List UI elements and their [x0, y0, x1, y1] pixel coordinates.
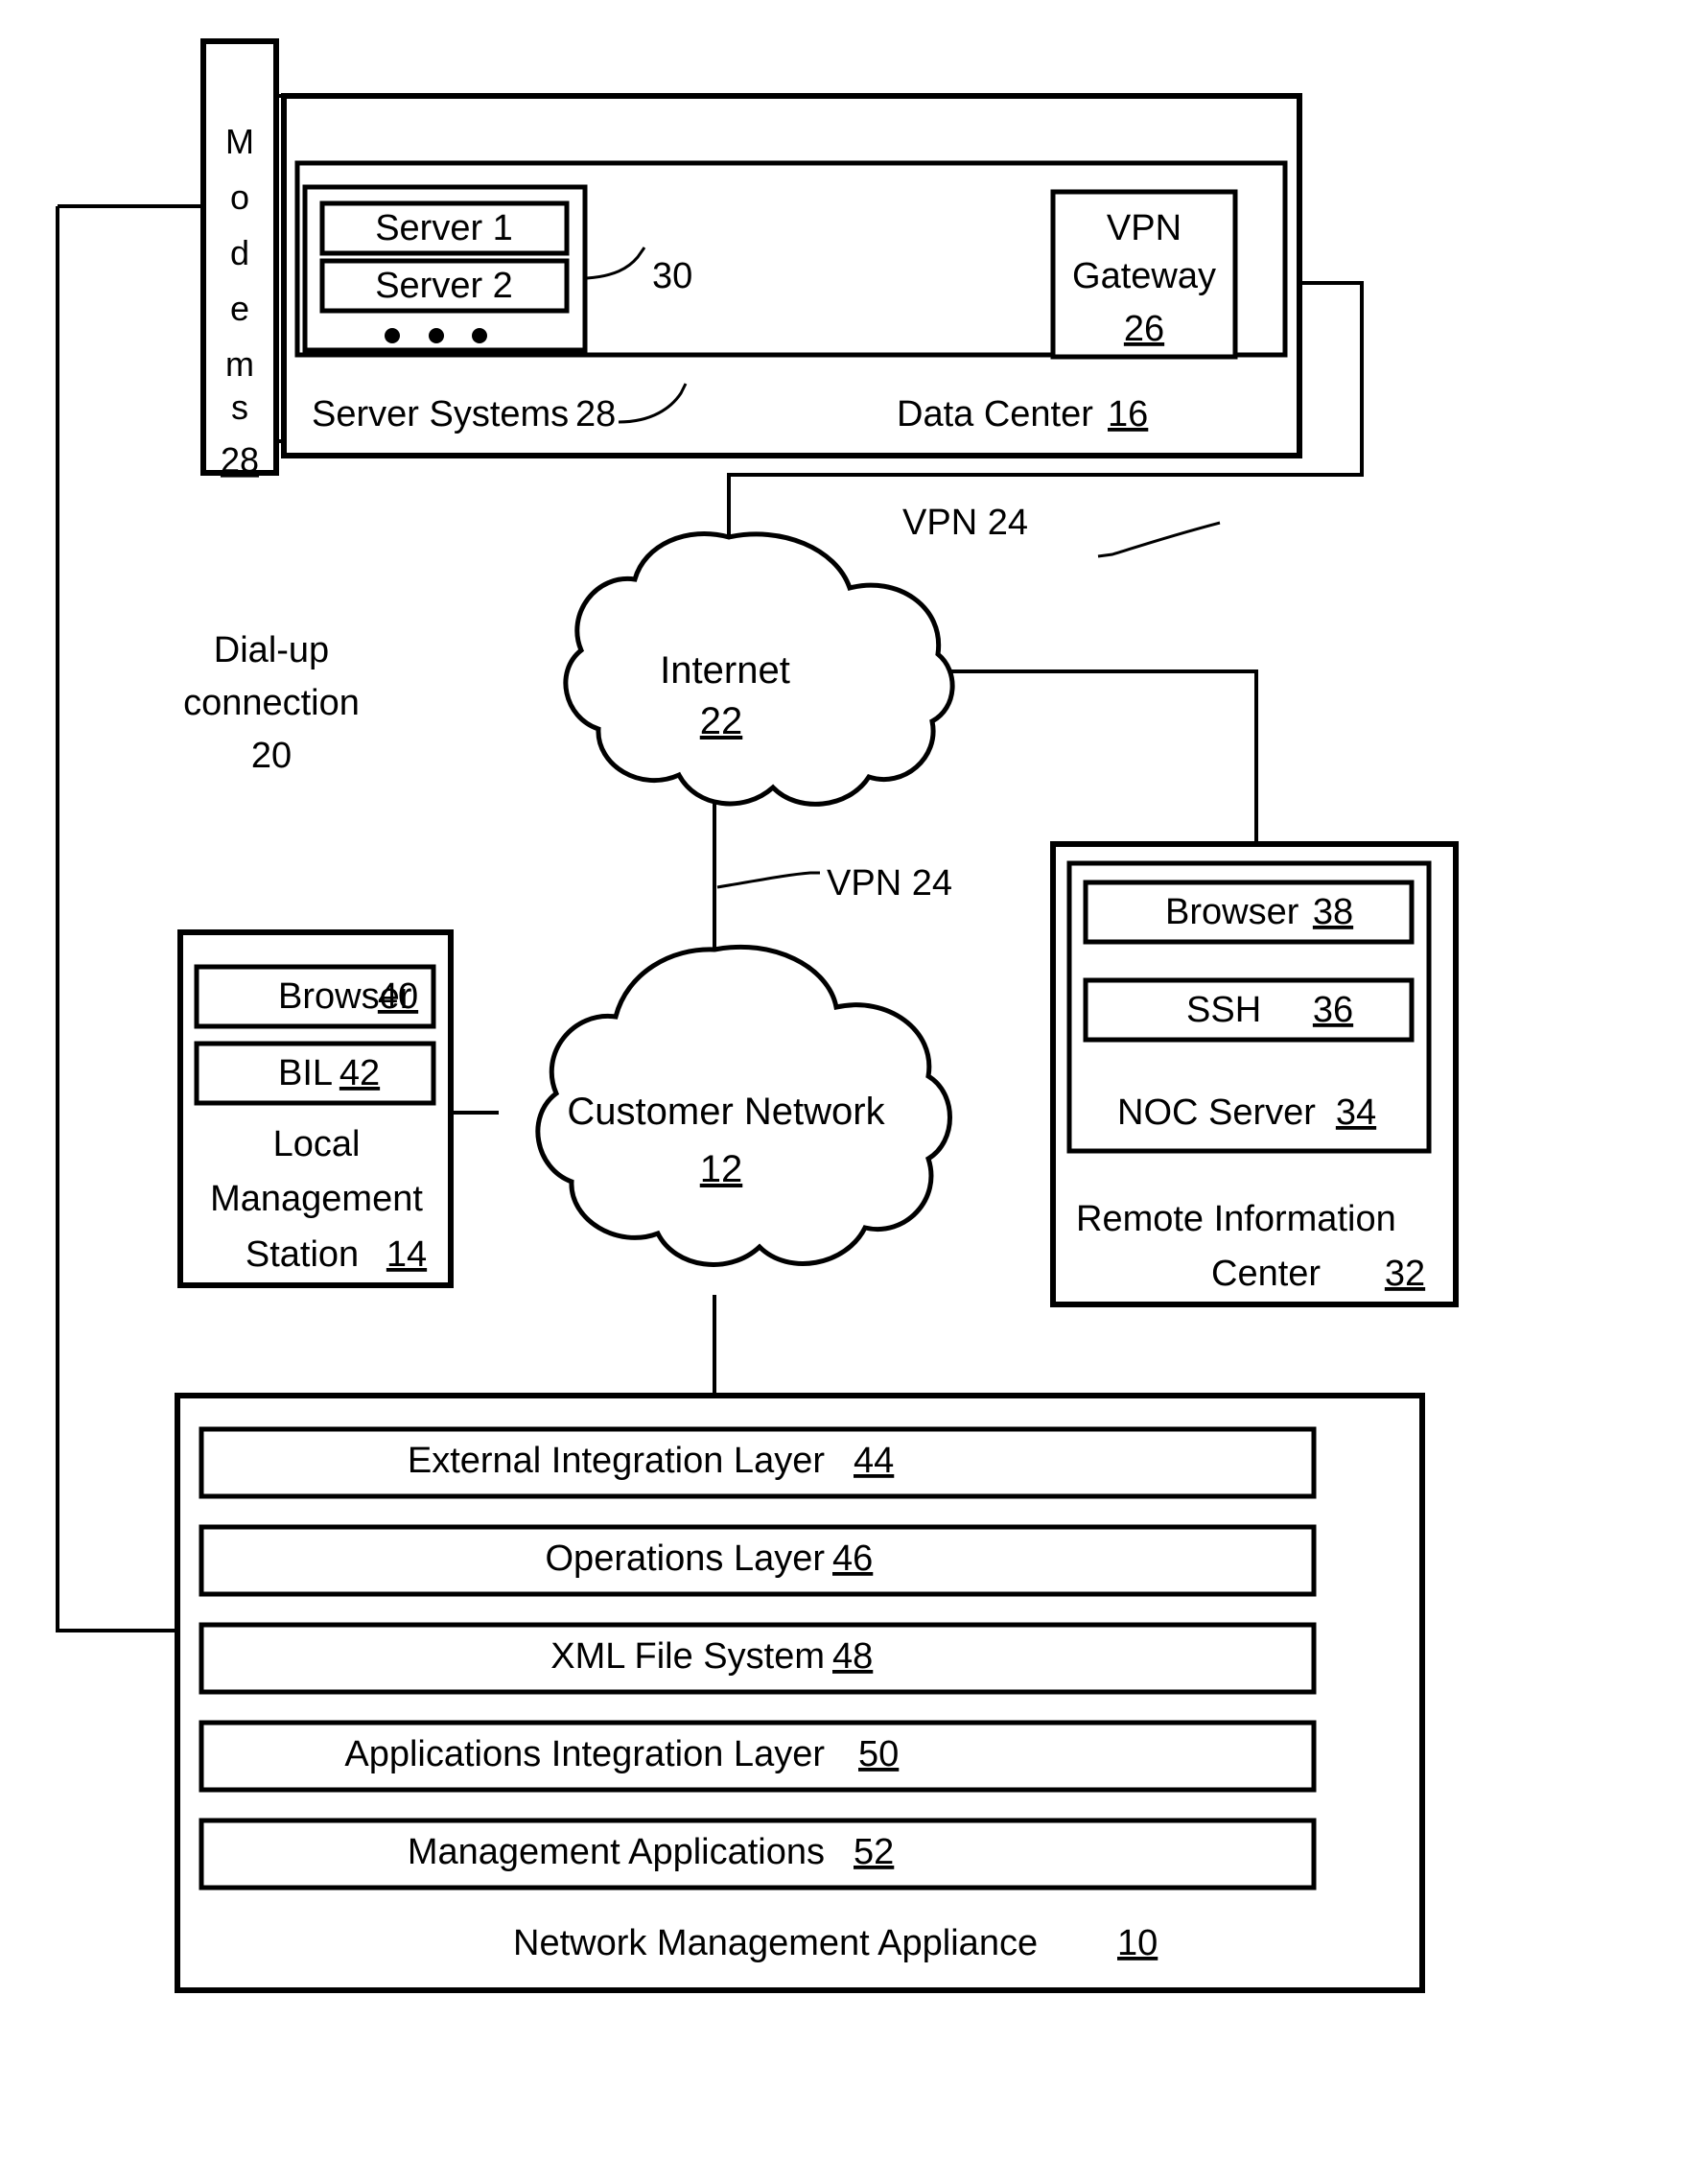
vpn-gateway-line1: VPN [1107, 208, 1182, 248]
lms-bil-ref: 42 [339, 1053, 380, 1093]
server-ellipsis-dot-1 [385, 328, 400, 343]
data-center-ref: 16 [1108, 394, 1148, 434]
dialup-line2: connection [183, 683, 360, 723]
lms-title-line3: Station [246, 1234, 359, 1275]
dialup-connection-line [56, 206, 177, 1632]
server-systems-label: Server Systems [312, 394, 569, 434]
ric-browser-label: Browser [1165, 892, 1299, 932]
network-diagram: M o d e m s 28 Server 1 Server 2 30 VPN … [56, 38, 1459, 1993]
layer-1-label: Operations Layer [546, 1538, 826, 1579]
server-1-label: Server 1 [375, 208, 513, 248]
modems-letter-1: o [230, 177, 249, 217]
server-ellipsis-dot-2 [429, 328, 444, 343]
internet-ref: 22 [700, 700, 743, 742]
layer-2-label: XML File System [550, 1636, 825, 1677]
dialup-ref: 20 [251, 736, 292, 776]
layer-2-ref: 48 [832, 1636, 873, 1677]
internet-label: Internet [660, 649, 790, 692]
vpn24-middle-label: VPN 24 [827, 863, 952, 904]
layer-3-ref: 50 [858, 1734, 899, 1774]
ric-ssh-ref: 36 [1313, 990, 1353, 1030]
internet-to-noc-line [935, 669, 1258, 844]
modems-letter-0: M [225, 122, 254, 161]
vpn24-middle-leader [716, 871, 820, 889]
appliance-ref: 10 [1117, 1923, 1158, 1963]
modems-letter-4: m [225, 344, 254, 384]
ric-title-line1: Remote Information [1076, 1199, 1396, 1239]
lms-title-line1: Local [273, 1124, 361, 1164]
server-systems-ref: 28 [575, 394, 616, 434]
lms-ref: 14 [386, 1234, 427, 1275]
vpn-gateway-line2: Gateway [1072, 256, 1216, 296]
customer-network-label: Customer Network [567, 1091, 885, 1133]
lms-bil-label: BIL [278, 1053, 333, 1093]
layer-0-label: External Integration Layer [408, 1441, 825, 1481]
figure-canvas: M o d e m s 28 Server 1 Server 2 30 VPN … [0, 0, 1708, 2184]
lms-browser-ref: 40 [378, 976, 418, 1017]
ric-ref: 32 [1385, 1254, 1425, 1294]
noc-server-label: NOC Server [1117, 1092, 1316, 1133]
ref-30-label: 30 [652, 256, 692, 296]
appliance-title: Network Management Appliance [513, 1923, 1038, 1963]
ric-ssh-label: SSH [1186, 990, 1261, 1030]
vpn24-top-leader [1097, 521, 1221, 558]
ric-title-line2: Center [1211, 1254, 1321, 1294]
modems-letter-2: d [230, 233, 249, 272]
data-center-label: Data Center [897, 394, 1093, 434]
layer-4-ref: 52 [854, 1832, 894, 1872]
layer-3-label: Applications Integration Layer [344, 1734, 825, 1774]
vpn-gateway-ref: 26 [1124, 309, 1164, 349]
server-2-label: Server 2 [375, 266, 513, 306]
modems-letter-5: s [231, 387, 248, 427]
customer-network-ref: 12 [700, 1148, 743, 1190]
ric-browser-ref: 38 [1313, 892, 1353, 932]
dialup-line1: Dial-up [214, 630, 329, 670]
modems-ref: 28 [221, 440, 259, 480]
layer-0-ref: 44 [854, 1441, 894, 1481]
vpn24-top-label: VPN 24 [902, 503, 1028, 543]
layer-4-label: Management Applications [408, 1832, 825, 1872]
layer-1-ref: 46 [832, 1538, 873, 1579]
server-ellipsis-dot-3 [472, 328, 487, 343]
noc-server-ref: 34 [1336, 1092, 1376, 1133]
lms-title-line2: Management [210, 1179, 423, 1219]
modems-letter-3: e [230, 289, 249, 328]
